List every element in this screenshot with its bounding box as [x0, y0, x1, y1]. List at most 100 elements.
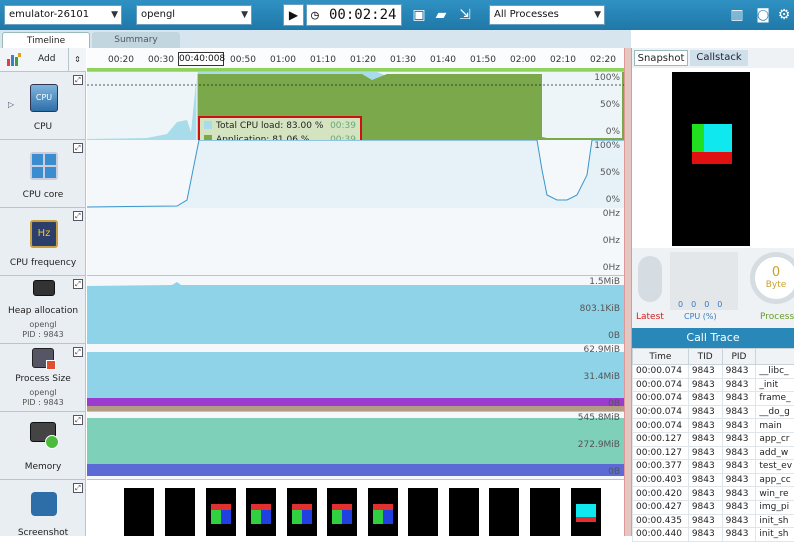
- table-cell: add_w: [756, 446, 794, 460]
- row-label-memory: Memory: [0, 462, 86, 472]
- ruler-tick: 01:10: [310, 55, 336, 65]
- device-select[interactable]: emulator-26101 ▼: [4, 5, 122, 25]
- save-icon: ▣: [412, 7, 425, 23]
- time-cursor-marker[interactable]: 00:40:008: [178, 52, 224, 66]
- tab-callstack[interactable]: Callstack: [690, 50, 748, 66]
- process-filter-select[interactable]: All Processes ▼: [489, 5, 605, 25]
- settings-button[interactable]: ⚙: [774, 3, 794, 27]
- panel-splitter[interactable]: [624, 48, 632, 536]
- snapshot-image[interactable]: [672, 72, 750, 246]
- call-trace-table: Time TID PID 00:00.07498439843__libc_00:…: [632, 348, 794, 542]
- screenshot-thumb[interactable]: [327, 488, 357, 536]
- speaker-icon: [638, 256, 662, 302]
- table-cell: 00:00.074: [633, 378, 689, 392]
- memory-band-blue: [87, 464, 624, 476]
- table-row[interactable]: 00:00.07498439843__do_g: [633, 405, 794, 419]
- screenshot-thumb[interactable]: [124, 488, 154, 536]
- reorder-arrows[interactable]: ⇕: [68, 48, 86, 72]
- column-header-pid[interactable]: PID: [722, 349, 756, 365]
- row-label-heap: Heap allocation: [0, 306, 86, 316]
- chart-row-labels: Add ⇕ ▷ CPU CPU CPU core Hz CPU frequenc…: [0, 48, 86, 536]
- screenshot-thumb[interactable]: [530, 488, 560, 536]
- app-select-value: opengl: [141, 9, 175, 20]
- expand-chart-icon[interactable]: ⤢: [73, 211, 83, 221]
- tab-snapshot[interactable]: Snapshot: [634, 50, 688, 66]
- expand-chart-icon[interactable]: ⤢: [73, 347, 83, 357]
- screenshot-thumb[interactable]: [206, 488, 236, 536]
- table-cell: 00:00.074: [633, 419, 689, 433]
- screenshot-thumb[interactable]: [165, 488, 195, 536]
- table-cell: 9843: [722, 446, 756, 460]
- ruler-range-bar: [87, 68, 624, 71]
- axis-label: 1.5MiB: [589, 277, 620, 287]
- table-cell: _init: [756, 378, 794, 392]
- table-row[interactable]: 00:00.42798439843img_pi: [633, 500, 794, 514]
- table-row[interactable]: 00:00.12798439843app_cr: [633, 432, 794, 446]
- table-row[interactable]: 00:00.43598439843init_sh: [633, 514, 794, 528]
- cpu-values: 0000: [678, 300, 730, 309]
- app-select[interactable]: opengl ▼: [136, 5, 252, 25]
- axis-label: 0Hz: [603, 263, 620, 273]
- table-cell: 00:00.403: [633, 473, 689, 487]
- ruler-tick: 02:20: [590, 55, 616, 65]
- call-trace-panel: Call Trace Time TID PID 00:00.0749843984…: [632, 328, 794, 536]
- screenshot-thumb[interactable]: [408, 488, 438, 536]
- timeline-chart-area[interactable]: 00:20 00:30 00:50 01:00 01:10 01:20 01:3…: [87, 48, 624, 536]
- snapshot-view: [632, 68, 794, 248]
- table-row[interactable]: 00:00.07498439843main: [633, 419, 794, 433]
- screenshot-thumb[interactable]: [449, 488, 479, 536]
- camera-button[interactable]: ◙: [752, 3, 774, 27]
- process-size-name: opengl: [0, 388, 86, 397]
- table-row[interactable]: 00:00.07498439843__libc_: [633, 365, 794, 379]
- table-row[interactable]: 00:00.12798439843add_w: [633, 446, 794, 460]
- export-button[interactable]: ⇲: [452, 3, 478, 27]
- ruler-tick: 01:30: [390, 55, 416, 65]
- time-ruler[interactable]: 00:20 00:30 00:50 01:00 01:10 01:20 01:3…: [87, 48, 624, 72]
- chevron-down-icon: ▼: [241, 6, 248, 24]
- table-row[interactable]: 00:00.07498439843frame_: [633, 392, 794, 406]
- expand-chart-icon[interactable]: ⤢: [73, 143, 83, 153]
- save-button[interactable]: ▣: [408, 3, 430, 27]
- table-row[interactable]: 00:00.37798439843test_ev: [633, 460, 794, 474]
- total-swatch: [204, 121, 212, 129]
- tab-summary[interactable]: Summary: [92, 32, 180, 48]
- screenshot-thumb[interactable]: [489, 488, 519, 536]
- ruler-tick: 01:40: [430, 55, 456, 65]
- ruler-tick: 02:00: [510, 55, 536, 65]
- screenshot-thumb[interactable]: [287, 488, 317, 536]
- table-cell: 9843: [688, 460, 722, 474]
- screenshot-thumb[interactable]: [368, 488, 398, 536]
- clock-icon: ◷: [311, 6, 319, 26]
- table-row[interactable]: 00:00.07498439843_init: [633, 378, 794, 392]
- open-button[interactable]: ▰: [430, 3, 452, 27]
- add-button[interactable]: Add: [38, 54, 55, 64]
- table-cell: 9843: [722, 432, 756, 446]
- column-header-tid[interactable]: TID: [688, 349, 722, 365]
- screenshot-thumb[interactable]: [246, 488, 276, 536]
- table-cell: 9843: [688, 392, 722, 406]
- column-header-time[interactable]: Time: [633, 349, 689, 365]
- table-row[interactable]: 00:00.40398439843app_cc: [633, 473, 794, 487]
- expand-chart-icon[interactable]: ⤢: [73, 279, 83, 289]
- expand-arrow-icon[interactable]: ▷: [8, 100, 14, 109]
- expand-chart-icon[interactable]: ⤢: [73, 483, 83, 493]
- expand-chart-icon[interactable]: ⤢: [73, 415, 83, 425]
- row-label-screenshot: Screenshot: [0, 528, 86, 538]
- table-cell: 9843: [688, 473, 722, 487]
- column-header-function[interactable]: [756, 349, 794, 365]
- screenshot-thumb[interactable]: [571, 488, 601, 536]
- row-label-cpu-core: CPU core: [0, 190, 86, 200]
- axis-label: 272.9MiB: [578, 440, 620, 450]
- screenshot-device-icon: ▥: [730, 7, 743, 23]
- table-row[interactable]: 00:00.44098439843init_sh: [633, 528, 794, 542]
- device-screenshot-button[interactable]: ▥: [726, 3, 748, 27]
- table-cell: 00:00.377: [633, 460, 689, 474]
- start-trace-button[interactable]: ▶: [283, 4, 304, 26]
- memory-icon: [30, 422, 56, 442]
- tab-timeline[interactable]: Timeline: [2, 32, 90, 48]
- expand-chart-icon[interactable]: ⤢: [73, 75, 83, 85]
- main-toolbar: emulator-26101 ▼ opengl ▼ ▶ ◷ 00:02:24 ▣…: [0, 0, 794, 30]
- table-row[interactable]: 00:00.42098439843win_re: [633, 487, 794, 501]
- chart-add-icon[interactable]: [6, 53, 22, 67]
- table-cell: 9843: [688, 514, 722, 528]
